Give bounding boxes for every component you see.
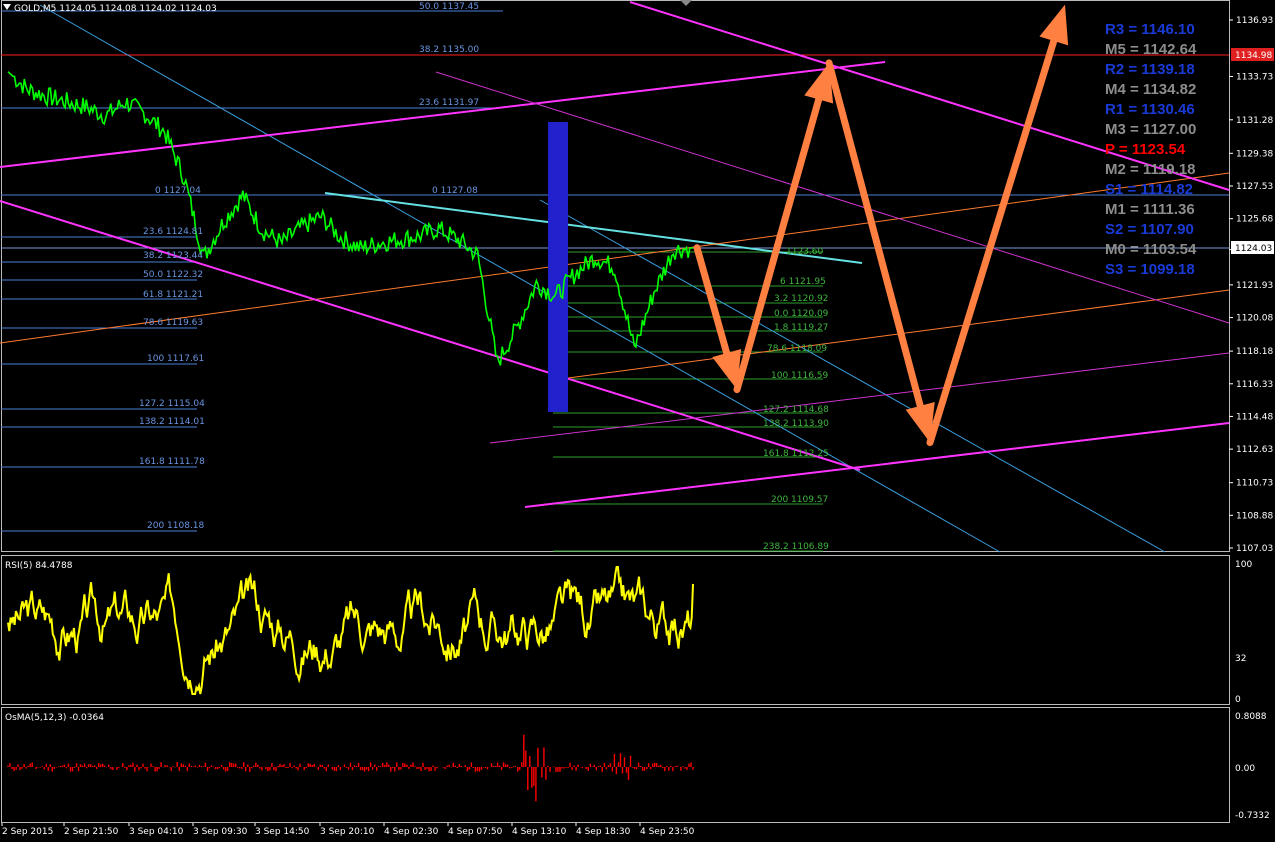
- fibo-right-label-11: 238.2 1106.89: [763, 542, 829, 552]
- price-tick-label: 1107.03: [1236, 544, 1273, 554]
- pivot-label: M3 = 1127.00: [1105, 121, 1196, 138]
- pivot-label: S3 = 1099.18: [1105, 261, 1195, 278]
- fibo-label-0-mid: 0 1127.08: [432, 186, 478, 196]
- fibo-label-78-lower: 78.6 1119.63: [143, 318, 203, 328]
- fibo-label-161: 161.8 1111.78: [139, 457, 205, 467]
- time-tick-label: 4 Sep 07:50: [448, 827, 503, 837]
- time-tick-label: 2 Sep 2015: [2, 827, 53, 837]
- time-tick-label: 3 Sep 04:10: [129, 827, 184, 837]
- fibo-label-23-lower: 23.6 1124.81: [143, 227, 203, 237]
- svg-text:100: 100: [1235, 560, 1252, 570]
- fibo-label-200: 200 1108.18: [147, 521, 205, 531]
- fibo-label-127: 127.2 1115.04: [139, 399, 205, 409]
- chart-header: GOLD,M5 1124.05 1124.08 1124.02 1124.03: [3, 4, 217, 14]
- pivot-label: P = 1123.54: [1105, 141, 1186, 158]
- svg-text:0.8088: 0.8088: [1235, 712, 1267, 722]
- time-tick-label: 3 Sep 14:50: [255, 827, 310, 837]
- price-tick-label: 1120.08: [1236, 314, 1273, 324]
- pivot-label: R3 = 1146.10: [1105, 21, 1195, 38]
- fibo-right-label-8: 138.2 1113.90: [763, 419, 829, 429]
- svg-text:0: 0: [1235, 695, 1241, 705]
- price-tick-label: 1131.28: [1236, 116, 1273, 126]
- pivot-label: R1 = 1130.46: [1105, 101, 1195, 118]
- price-tick-label: 1116.33: [1236, 380, 1273, 390]
- price-tick-label: 1112.63: [1236, 445, 1273, 455]
- fibo-right-label-0: 1123.60: [786, 247, 823, 257]
- time-tick-label: 3 Sep 09:30: [193, 827, 248, 837]
- fibo-label-138: 138.2 1114.01: [139, 417, 205, 427]
- fibo-right-label-4: 1.8 1119.27: [774, 323, 828, 333]
- fibo-label-0-left: 0 1127.04: [155, 186, 201, 196]
- fibo-right-label-10: 200 1109.57: [771, 495, 828, 505]
- price-tick-label: 1108.88: [1236, 511, 1273, 521]
- fibo-label-61-lower: 61.8 1121.21: [143, 290, 203, 300]
- fibo-right-label-9: 161.8 1112.25: [763, 449, 829, 459]
- price-tick-label: 1118.18: [1236, 347, 1273, 357]
- rsi-title: RSI(5) 84.4788: [5, 561, 73, 571]
- fibo-right-label-5: 78.6 1118.09: [767, 344, 827, 354]
- fibo-label-23-upper: 23.6 1131.97: [419, 98, 479, 108]
- price-tick-label: 1129.38: [1236, 149, 1273, 159]
- time-tick-label: 4 Sep 18:30: [576, 827, 631, 837]
- price-tick-label: 1127.53: [1236, 182, 1273, 192]
- osma-title: OsMA(5,12,3) -0.0364: [5, 713, 104, 723]
- fibo-right-label-6: 100 1116.59: [771, 371, 829, 381]
- price-tick-label: 1121.93: [1236, 281, 1273, 291]
- time-tick-label: 4 Sep 23:50: [640, 827, 695, 837]
- pivot-label: M1 = 1111.36: [1105, 201, 1195, 218]
- chart-title: GOLD,M5 1124.05 1124.08 1124.02 1124.03: [14, 4, 217, 14]
- price-tick-label: 1136.93: [1236, 16, 1273, 26]
- fibo-label-50-upper: 50.0 1137.45: [419, 2, 479, 12]
- fibo-right-label-1: 6 1121.95: [780, 277, 826, 287]
- pivot-label: R2 = 1139.18: [1105, 61, 1195, 78]
- fibo-label-38-lower: 38.2 1123.44: [143, 251, 203, 261]
- svg-text:0.00: 0.00: [1235, 764, 1255, 774]
- fibo-label-100: 100 1117.61: [147, 354, 204, 364]
- pivot-label: S1 = 1114.82: [1105, 181, 1193, 198]
- price-tick-label: 1133.73: [1236, 73, 1273, 83]
- time-tick-label: 3 Sep 20:10: [320, 827, 375, 837]
- chart-stage: 50.0 1137.45 38.2 1135.00 23.6 1131.97 0…: [0, 0, 1275, 838]
- fibo-label-38-upper: 38.2 1135.00: [419, 45, 479, 55]
- time-tick-label: 2 Sep 21:50: [64, 827, 119, 837]
- pivot-label: M0 = 1103.54: [1105, 241, 1197, 258]
- svg-text:32: 32: [1235, 654, 1246, 664]
- blue-zone-rect: [548, 122, 568, 412]
- time-tick-label: 4 Sep 02:30: [384, 827, 439, 837]
- fibo-right-label-7: 127.2 1114.68: [763, 405, 829, 415]
- price-highlight-red: 1134.98: [1235, 51, 1272, 61]
- pivot-label: S2 = 1107.90: [1105, 221, 1194, 238]
- time-tick-label: 4 Sep 13:10: [512, 827, 567, 837]
- price-tick-label: 1110.73: [1236, 479, 1273, 489]
- price-chart[interactable]: 50.0 1137.45 38.2 1135.00 23.6 1131.97 0…: [0, 0, 1275, 838]
- svg-text:-0.7332: -0.7332: [1235, 811, 1270, 821]
- fibo-right-label-3: 0.0 1120.09: [774, 309, 829, 319]
- pivot-label: M2 = 1119.18: [1105, 161, 1196, 178]
- fibo-label-50-lower: 50.0 1122.32: [143, 270, 203, 280]
- price-tick-label: 1125.68: [1236, 215, 1273, 225]
- pivot-label: M5 = 1142.64: [1105, 41, 1197, 58]
- price-tick-label: 1114.48: [1236, 412, 1273, 422]
- price-highlight-current: 1124.03: [1235, 244, 1272, 254]
- pivot-label: M4 = 1134.82: [1105, 81, 1196, 98]
- fibo-right-label-2: 3.2 1120.92: [774, 294, 828, 304]
